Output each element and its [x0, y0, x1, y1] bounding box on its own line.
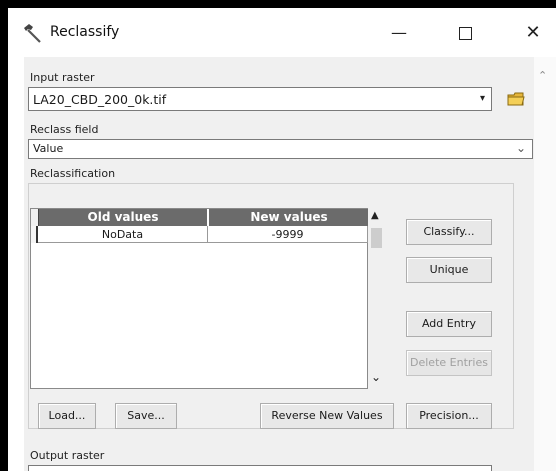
row-selector[interactable] [31, 226, 38, 243]
reclassify-dialog: Reclassify — ✕ Input raster LA20_CBD_200… [8, 8, 556, 471]
window-title: Reclassify [50, 24, 120, 40]
dialog-body: Input raster LA20_CBD_200_0k.tif ▾ Recla… [24, 57, 534, 471]
reclass-field-combo[interactable]: Value ⌄ [28, 139, 533, 159]
maximize-button[interactable] [448, 20, 482, 46]
reverse-new-values-button[interactable]: Reverse New Values [260, 403, 394, 429]
table-corner [31, 209, 39, 226]
delete-entries-button[interactable]: Delete Entries [406, 350, 492, 376]
load-button[interactable]: Load... [38, 403, 96, 429]
output-raster-label: Output raster [30, 449, 105, 462]
maximize-icon [458, 27, 472, 40]
input-raster-label: Input raster [30, 71, 95, 84]
table-cell-old[interactable]: NoData [38, 226, 208, 243]
reclassification-label: Reclassification [30, 167, 116, 180]
column-header-new[interactable]: New values [208, 209, 369, 226]
minimize-button[interactable]: — [382, 20, 416, 46]
reclass-field-value: Value [33, 142, 64, 155]
reclass-field-label: Reclass field [30, 123, 99, 136]
column-header-old[interactable]: Old values [39, 209, 207, 226]
chevron-down-icon[interactable]: ▾ [480, 93, 485, 104]
input-raster-value: LA20_CBD_200_0k.tif [33, 92, 167, 107]
chevron-down-icon[interactable]: ⌄ [516, 141, 526, 155]
classify-button[interactable]: Classify... [406, 219, 492, 245]
scroll-up-icon[interactable]: ⌃ [538, 69, 547, 82]
unique-button[interactable]: Unique [406, 257, 492, 283]
reclass-table[interactable]: Old values New values NoData -9999 [30, 208, 369, 389]
scroll-up-icon[interactable]: ▲ [371, 210, 379, 221]
hammer-icon [22, 22, 44, 44]
scroll-down-icon[interactable]: ⌄ [371, 370, 381, 384]
folder-icon[interactable] [506, 89, 526, 109]
output-raster-field[interactable] [28, 465, 492, 471]
input-raster-combo[interactable]: LA20_CBD_200_0k.tif ▾ [28, 87, 492, 111]
table-scrollbar[interactable]: ▲ ⌄ [368, 208, 385, 389]
save-button[interactable]: Save... [115, 403, 177, 429]
title-bar: Reclassify — ✕ [8, 8, 556, 57]
scroll-thumb[interactable] [371, 228, 382, 248]
close-button[interactable]: ✕ [516, 20, 550, 46]
table-cell-new[interactable]: -9999 [208, 226, 368, 243]
add-entry-button[interactable]: Add Entry [406, 311, 492, 337]
precision-button[interactable]: Precision... [406, 403, 492, 429]
outer-scrollbar[interactable]: ⌃ [534, 57, 556, 471]
